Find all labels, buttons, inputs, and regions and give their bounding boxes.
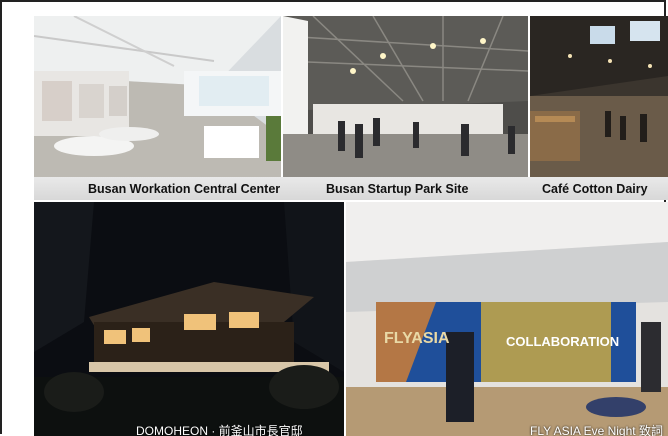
workation-illustration xyxy=(34,16,281,178)
domoheon-illustration xyxy=(34,202,344,436)
caption-cafe: Café Cotton Dairy xyxy=(542,182,648,196)
photo-startup-park xyxy=(283,16,528,178)
startup-park-illustration xyxy=(283,16,528,178)
caption-startup-park: Busan Startup Park Site xyxy=(326,182,469,196)
photo-cafe-cotton-dairy xyxy=(530,16,668,178)
screen-logo: FLYASIA xyxy=(384,330,450,347)
cafe-illustration xyxy=(530,16,668,178)
caption-workation: Busan Workation Central Center xyxy=(88,182,281,196)
photo-domoheon: DOMOHEON · 前釜山市長官邸 xyxy=(34,202,344,436)
screen-headline: COLLABORATION xyxy=(506,334,620,349)
caption-domoheon: DOMOHEON · 前釜山市長官邸 xyxy=(136,424,303,436)
photo-fly-asia: FLYASIA COLLABORATION FLY ASIA Eve Night… xyxy=(346,202,668,436)
fly-asia-illustration xyxy=(346,202,668,436)
caption-fly-asia: FLY ASIA Eve Night 致詞 xyxy=(530,424,663,436)
photo-workation-center xyxy=(34,16,281,178)
